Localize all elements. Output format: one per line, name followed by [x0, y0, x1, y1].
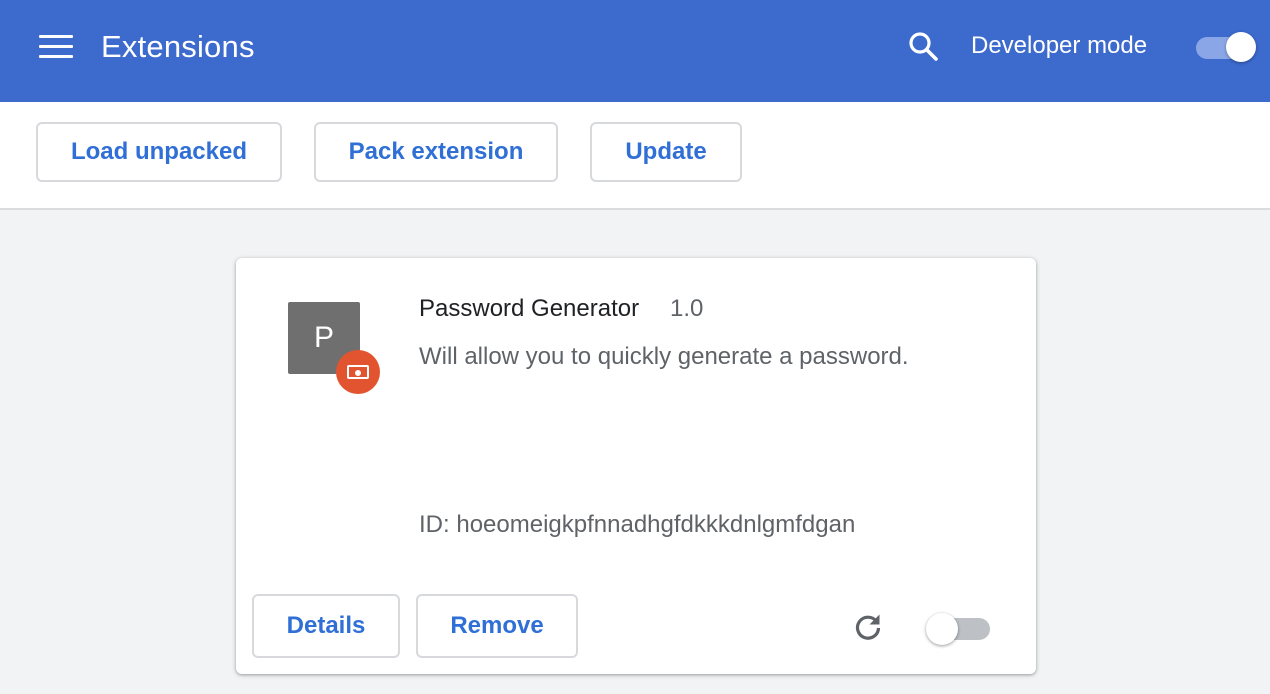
extension-id: ID: hoeomeigkpfnnadhgfdkkkdnlgmfdgan: [419, 510, 855, 540]
extension-id-label: ID:: [419, 511, 457, 538]
hamburger-menu-icon[interactable]: [39, 35, 73, 59]
extension-id-value: hoeomeigkpfnnadhgfdkkkdnlgmfdgan: [456, 511, 856, 538]
extension-enable-toggle[interactable]: [926, 612, 992, 645]
page-title: Extensions: [101, 29, 255, 64]
search-icon[interactable]: [906, 29, 942, 65]
extension-description: Will allow you to quickly generate a pas…: [419, 343, 909, 370]
remove-button[interactable]: Remove: [416, 594, 578, 658]
toggle-knob: [1226, 32, 1256, 62]
developer-mode-label: Developer mode: [971, 32, 1148, 59]
unpacked-extension-badge-icon: [336, 350, 380, 394]
extension-version: 1.0: [670, 295, 704, 322]
extension-name: Password Generator: [419, 295, 640, 322]
pack-extension-button[interactable]: Pack extension: [314, 122, 558, 182]
details-button[interactable]: Details: [252, 594, 400, 658]
load-unpacked-button[interactable]: Load unpacked: [36, 122, 282, 182]
toggle-knob: [926, 613, 958, 645]
developer-toolbar: Load unpacked Pack extension Update: [0, 102, 1270, 210]
reload-icon[interactable]: [850, 610, 886, 646]
app-header: Extensions Developer mode: [0, 0, 1270, 102]
extension-card: P Password Generator 1.0 Will allow you …: [236, 258, 1036, 674]
developer-mode-toggle[interactable]: [1196, 32, 1258, 62]
update-button[interactable]: Update: [590, 122, 742, 182]
